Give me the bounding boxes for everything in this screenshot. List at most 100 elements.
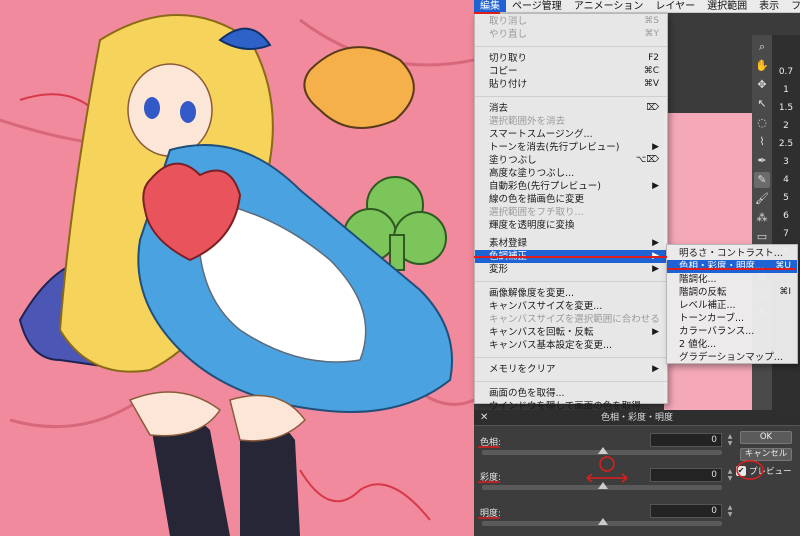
brush-size-option[interactable]: 7	[783, 229, 789, 239]
menu-animation[interactable]: アニメーション	[568, 0, 650, 12]
menu-item-label: 選択範囲をフチ取り...	[489, 207, 584, 218]
edit-menu-item[interactable]: キャンバス基本設定を変更...	[475, 339, 667, 352]
menu-separator	[475, 96, 667, 97]
annotation-underline	[474, 256, 667, 258]
menu-selection[interactable]: 選択範囲	[701, 0, 753, 12]
menu-item-label: キャンバス基本設定を変更...	[489, 340, 613, 351]
brush-size-option[interactable]: 0.7	[779, 67, 793, 77]
edit-menu-item[interactable]: トーンを消去(先行プレビュー) ▶	[475, 141, 667, 154]
menu-item-label: レベル補正...	[679, 300, 736, 311]
airbrush-icon[interactable]: ⁂	[754, 210, 770, 226]
menu-layer[interactable]: レイヤー	[649, 0, 701, 12]
menu-item-label: 画面の色を取得...	[489, 388, 565, 399]
annotation-circle	[599, 456, 615, 472]
menu-item-shortcut: ⌘S	[644, 16, 659, 26]
zoom-icon[interactable]: ⌕	[754, 39, 770, 55]
menu-filter[interactable]: フィルター	[785, 0, 800, 12]
menu-bar: 編集 ページ管理 アニメーション レイヤー 選択範囲 表示 フィルター	[474, 0, 800, 13]
brush-size-option[interactable]: 1	[783, 85, 789, 95]
menu-item-label: キャンバスサイズを変更...	[489, 301, 603, 312]
edit-menu-item[interactable]: 素材登録 ▶	[475, 237, 667, 250]
menu-item-label: 階調化...	[679, 274, 717, 285]
brush-size-option[interactable]: 1.5	[779, 103, 793, 113]
edit-menu-item[interactable]: 画面の色を取得...	[475, 387, 667, 400]
menu-item-label: 明るさ・コントラスト...	[679, 248, 783, 259]
edit-menu-item[interactable]: キャンバスサイズを変更...	[475, 300, 667, 313]
submenu-item[interactable]: 階調化...	[667, 273, 797, 286]
submenu-item[interactable]: グラデーションマップ...	[667, 351, 797, 364]
menu-item-label: 画像解像度を変更...	[489, 288, 575, 299]
menu-item-shortcut: ⌘I	[779, 287, 791, 297]
menu-item-shortcut: ⌘V	[643, 79, 659, 89]
annotation-arrow	[586, 473, 628, 483]
brush-size-option[interactable]: 2	[783, 121, 789, 131]
move-icon[interactable]: ✥	[754, 77, 770, 93]
menu-item-label: 2 値化...	[679, 339, 717, 350]
submenu-item[interactable]: 階調の反転 ⌘I	[667, 286, 797, 299]
menu-separator	[475, 381, 667, 382]
menu-view[interactable]: 表示	[753, 0, 785, 12]
menu-item-label: コピー	[489, 66, 518, 77]
menu-item-label: キャンバスサイズを選択範囲に合わせる	[489, 314, 660, 325]
eyedropper-icon[interactable]: ⌇	[754, 134, 770, 150]
menu-item-label: グラデーションマップ...	[679, 352, 783, 363]
brush-size-option[interactable]: 5	[783, 193, 789, 203]
submenu-arrow-icon: ▶	[652, 264, 659, 274]
edit-menu-item[interactable]: スマートスムージング...	[475, 128, 667, 141]
menu-item-label: 塗りつぶし	[489, 155, 537, 166]
annotation-underline	[474, 12, 500, 14]
brush-size-option[interactable]: 3	[783, 157, 789, 167]
brush-size-option[interactable]: 4	[783, 175, 789, 185]
edit-menu-item[interactable]: 画像解像度を変更...	[475, 287, 667, 300]
submenu-item[interactable]: 色相・彩度・明度... ⌘U	[667, 260, 797, 273]
edit-menu-item[interactable]: 消去 ⌦	[475, 102, 667, 115]
menu-item-label: 線の色を描画色に変更	[489, 194, 585, 205]
edit-menu-item[interactable]: 輝度を透明度に変換	[475, 219, 667, 232]
menu-item-label: 自動彩色(先行プレビュー)	[489, 181, 601, 192]
menu-item-label: トーンを消去(先行プレビュー)	[489, 142, 620, 153]
brush-size-option[interactable]: 6	[783, 211, 789, 221]
edit-menu-item[interactable]: メモリをクリア ▶	[475, 363, 667, 376]
hue-saturation-dialog: ✕ 色相・彩度・明度 色相: 0 ▲ ▼ 彩度: 0 ▲ ▼ 明度: 0 ▲ ▼ OK…	[474, 410, 800, 536]
tonal-correction-submenu: 明るさ・コントラスト... 色相・彩度・明度... ⌘U 階調化... 階調の反転 ⌘I レ…	[666, 244, 798, 364]
edit-menu-item[interactable]: 貼り付け ⌘V	[475, 78, 667, 91]
menu-page-management[interactable]: ページ管理	[506, 0, 568, 12]
edit-menu-item[interactable]: 線の色を描画色に変更	[475, 193, 667, 206]
annotation-overlay	[478, 446, 764, 519]
menu-item-label: カラーバランス...	[679, 326, 755, 337]
edit-menu-dropdown: 取り消し ⌘S やり直し ⌘Y 切り取り F2 コピー ⌘C 貼り付け ⌘V 消去 ⌦ 選択範囲外を消去…	[474, 13, 668, 412]
submenu-arrow-icon: ▶	[652, 327, 659, 337]
edit-menu-item[interactable]: 自動彩色(先行プレビュー) ▶	[475, 180, 667, 193]
menu-item-label: 取り消し	[489, 16, 528, 27]
menu-edit[interactable]: 編集	[474, 0, 506, 12]
edit-menu-item: キャンバスサイズを選択範囲に合わせる	[475, 313, 667, 326]
eraser-icon[interactable]: ▭	[754, 229, 770, 245]
submenu-item[interactable]: 明るさ・コントラスト...	[667, 247, 797, 260]
submenu-item[interactable]: カラーバランス...	[667, 325, 797, 338]
edit-menu-item[interactable]: 変形 ▶	[475, 263, 667, 276]
menu-item-label: 素材登録	[489, 238, 528, 249]
edit-menu-item[interactable]: 高度な塗りつぶし...	[475, 167, 667, 180]
menu-item-label: トーンカーブ...	[679, 313, 745, 324]
menu-item-shortcut: ⌘Y	[644, 29, 660, 39]
pen-icon[interactable]: ✒	[754, 153, 770, 169]
menu-separator	[475, 281, 667, 282]
hand-icon[interactable]: ✋	[754, 58, 770, 74]
submenu-item[interactable]: レベル補正...	[667, 299, 797, 312]
submenu-item[interactable]: 2 値化...	[667, 338, 797, 351]
menu-item-label: 貼り付け	[489, 79, 528, 90]
menu-item-label: キャンバスを回転・反転	[489, 327, 594, 338]
brush-icon[interactable]: 🖌	[754, 191, 770, 207]
select-icon[interactable]: ↖	[754, 96, 770, 112]
edit-menu-item[interactable]: 切り取り F2	[475, 52, 667, 65]
edit-menu-item[interactable]: コピー ⌘C	[475, 65, 667, 78]
submenu-item[interactable]: トーンカーブ...	[667, 312, 797, 325]
pencil-icon[interactable]: ✎	[754, 172, 770, 188]
brush-size-option[interactable]: 2.5	[779, 139, 793, 149]
menu-item-label: スマートスムージング...	[489, 129, 593, 140]
menu-item-shortcut: ⌦	[646, 103, 659, 113]
lasso-icon[interactable]: ◌	[754, 115, 770, 131]
edit-menu-item[interactable]: キャンバスを回転・反転 ▶	[475, 326, 667, 339]
edit-menu-item[interactable]: 塗りつぶし ⌥⌦	[475, 154, 667, 167]
menu-item-label: 色相・彩度・明度...	[679, 261, 765, 272]
